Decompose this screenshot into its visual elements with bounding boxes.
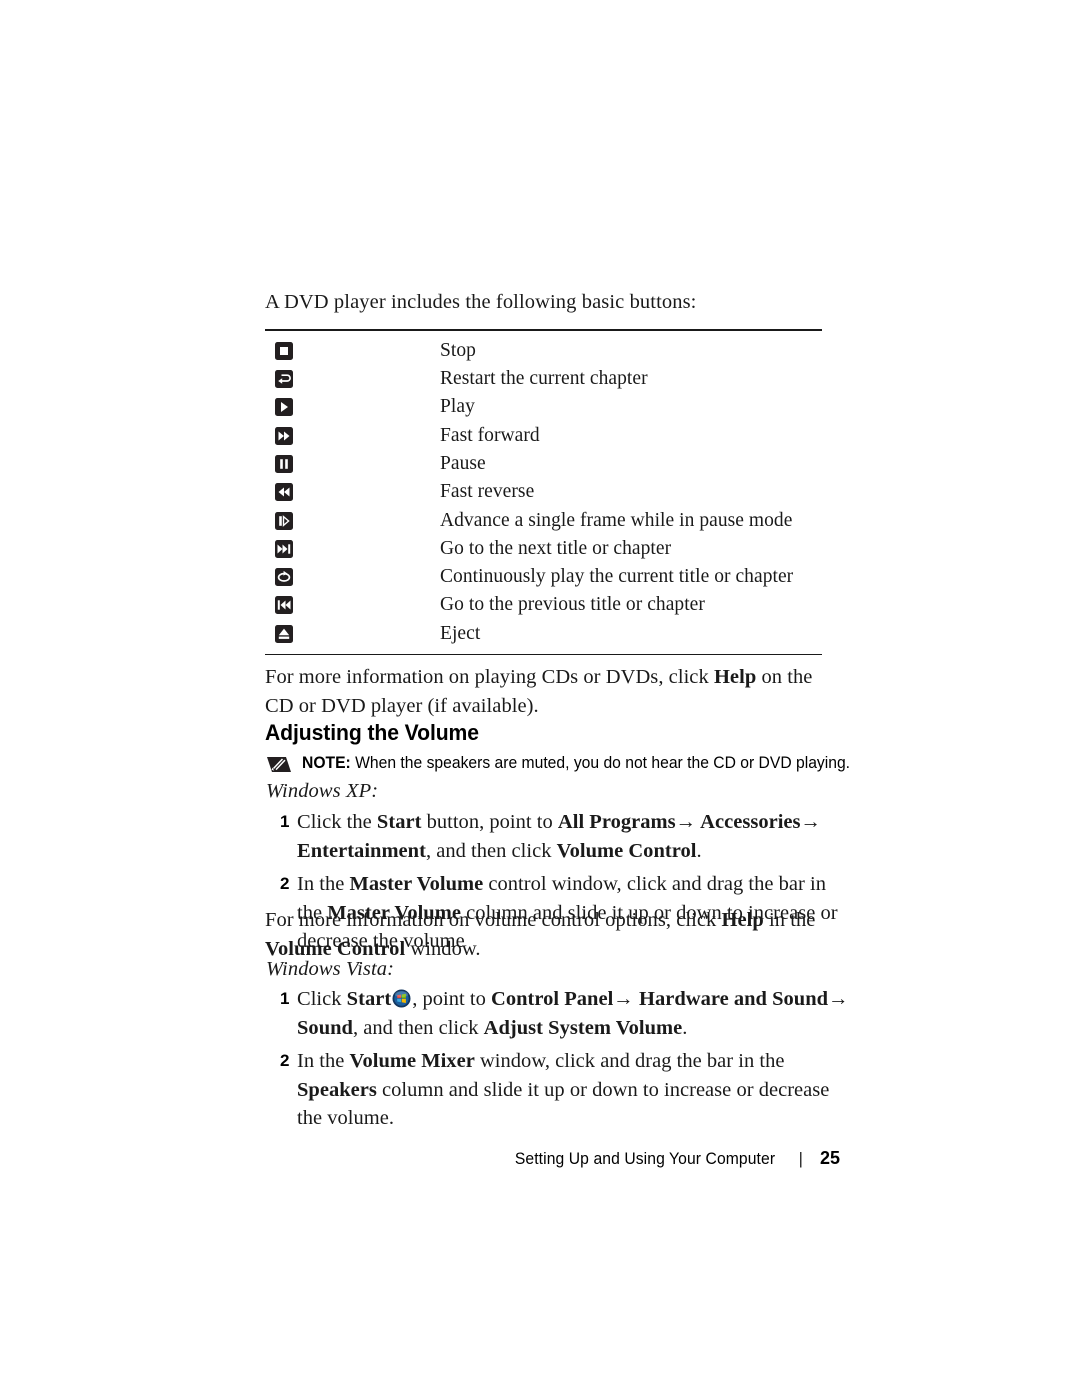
table-cell-description: Stop (440, 339, 476, 361)
table-bottom-rule (265, 653, 822, 656)
eject-icon (275, 624, 293, 643)
table-row: Pause (265, 450, 822, 478)
windows-vista-label: Windows Vista: (266, 958, 395, 980)
table-cell-icon (265, 624, 440, 643)
volume-paragraph-part1: For more information on volume control o… (265, 909, 722, 931)
table-row: Eject (265, 620, 822, 648)
table-cell-description: Fast forward (440, 424, 540, 446)
step-text: Click the Start button, point to All Pro… (297, 811, 822, 862)
table-cell-icon (265, 454, 440, 473)
fast-forward-icon (275, 426, 293, 445)
table-cell-description: Eject (440, 622, 481, 644)
table-cell-icon (265, 341, 440, 360)
help-paragraph-part1: For more information on playing CDs or D… (265, 666, 714, 688)
numbered-step: 1 Click Start, point to Control Panel→ Ha… (265, 985, 850, 1042)
volume-help-paragraph: For more information on volume control o… (265, 906, 840, 963)
table-row: Advance a single frame while in pause mo… (265, 506, 822, 534)
table-cell-icon (265, 398, 440, 417)
table-row: Stop (265, 337, 822, 365)
windows-start-orb-icon (392, 988, 411, 1008)
restart-chapter-icon (275, 370, 293, 389)
table-body: Stop Restart the current chapter Play Fast … (265, 331, 822, 650)
next-title-icon (275, 539, 293, 558)
footer-separator: | (798, 1150, 803, 1168)
help-paragraph-bold-help: Help (713, 666, 757, 688)
previous-title-icon (275, 596, 293, 615)
table-cell-description: Fast reverse (440, 481, 535, 503)
intro-paragraph: A DVD player includes the following basi… (265, 291, 697, 313)
table-cell-description: Go to the previous title or chapter (440, 594, 705, 616)
note-pencil-icon (266, 755, 292, 774)
frame-advance-icon (275, 511, 293, 530)
step-number: 2 (280, 874, 290, 893)
table-cell-icon (265, 426, 440, 445)
volume-paragraph-part2: in the (763, 909, 816, 931)
numbered-step: 1 Click the Start button, point to All Pr… (265, 808, 850, 865)
table-row: Fast forward (265, 421, 822, 449)
note-text: NOTE: When the speakers are muted, you d… (302, 753, 850, 773)
section-heading: Adjusting the Volume (265, 720, 479, 745)
document-page: A DVD player includes the following basi… (0, 0, 1080, 1397)
table-cell-icon (265, 511, 440, 530)
repeat-icon (275, 568, 293, 587)
table-cell-icon (265, 568, 440, 587)
table-cell-icon (265, 483, 440, 502)
fast-reverse-icon (275, 483, 293, 502)
footer-chapter-title: Setting Up and Using Your Computer (514, 1150, 775, 1168)
table-row: Restart the current chapter (265, 365, 822, 393)
table-cell-icon (265, 370, 440, 389)
windows-vista-steps: 1 Click Start, point to Control Panel→ Ha… (265, 985, 850, 1138)
note-label: NOTE: (302, 754, 351, 772)
page-footer: Setting Up and Using Your Computer | 25 (0, 1148, 1080, 1169)
note-block: NOTE: When the speakers are muted, you d… (266, 753, 879, 774)
step-text: In the Volume Mixer window, click and dr… (297, 1050, 830, 1129)
table-cell-description: Restart the current chapter (440, 368, 648, 390)
table-cell-icon (265, 539, 440, 558)
step-text: Click Start, point to Control Panel→ Har… (297, 988, 849, 1039)
table-cell-description: Pause (440, 452, 486, 474)
step-number: 2 (280, 1051, 290, 1070)
table-row: Fast reverse (265, 478, 822, 506)
table-row: Play (265, 393, 822, 421)
table-cell-icon (265, 596, 440, 615)
table-cell-description: Go to the next title or chapter (440, 537, 672, 559)
table-row: Go to the next title or chapter (265, 535, 822, 563)
volume-paragraph-part3: window. (405, 937, 481, 960)
volume-paragraph-bold-control: Volume Control (265, 937, 406, 960)
note-body: When the speakers are muted, you do not … (350, 754, 851, 772)
table-row: Go to the previous title or chapter (265, 591, 822, 619)
pause-icon (275, 454, 293, 473)
table-row: Continuously play the current title or c… (265, 563, 822, 591)
numbered-step: 2 In the Volume Mixer window, click and d… (265, 1047, 850, 1133)
windows-xp-label: Windows XP: (266, 780, 379, 802)
table-cell-description: Play (440, 396, 475, 418)
table-cell-description: Continuously play the current title or c… (440, 566, 794, 588)
volume-paragraph-bold-help: Help (721, 909, 764, 931)
help-paragraph: For more information on playing CDs or D… (265, 663, 840, 720)
dvd-buttons-table: Stop Restart the current chapter Play Fast … (265, 329, 822, 656)
step-number: 1 (280, 989, 290, 1008)
table-cell-description: Advance a single frame while in pause mo… (440, 509, 793, 531)
footer-page-number: 25 (819, 1148, 840, 1168)
step-number: 1 (280, 812, 290, 831)
stop-icon (275, 341, 293, 360)
play-icon (275, 398, 293, 417)
